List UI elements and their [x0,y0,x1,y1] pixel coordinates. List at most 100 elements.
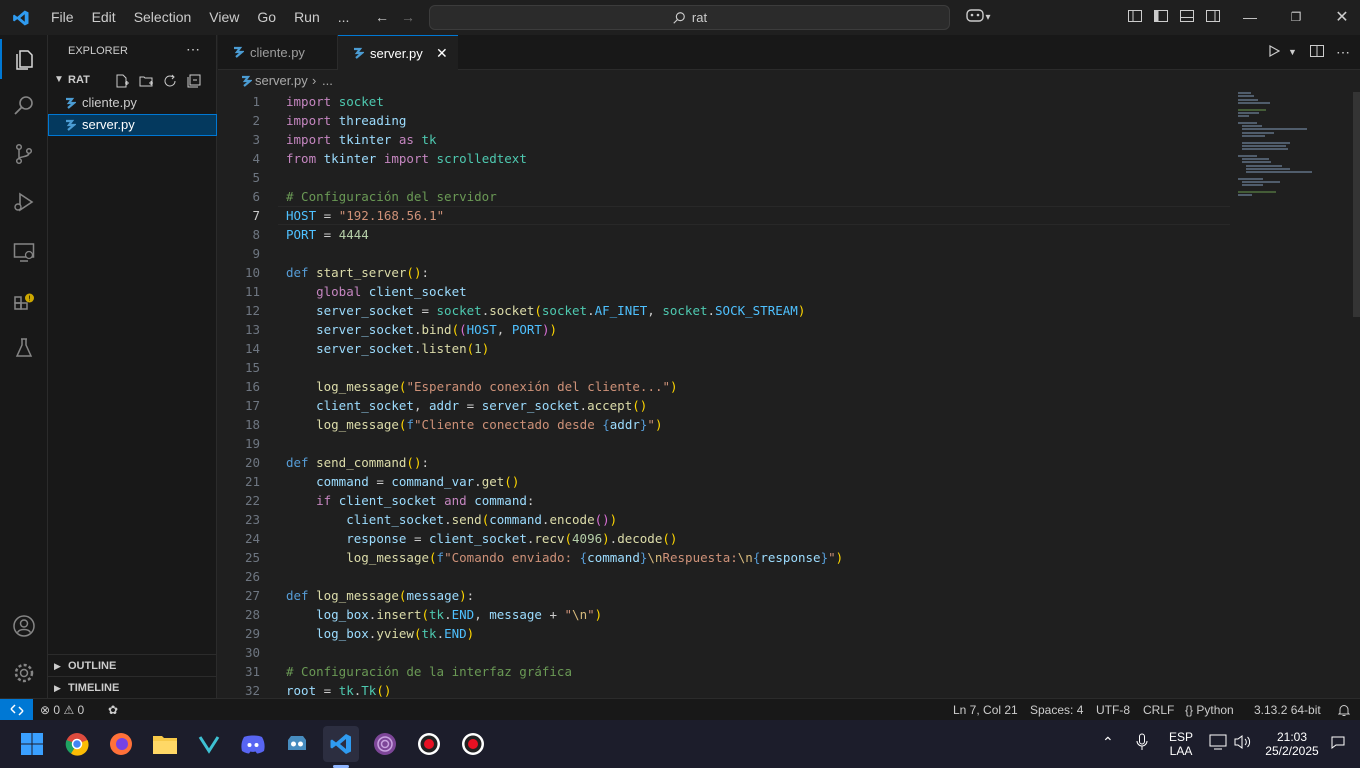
toggle-panel-icon[interactable] [1178,0,1196,35]
menu-file[interactable]: File [42,0,83,35]
chevron-down-icon[interactable]: ▾ [982,0,994,35]
source-control-icon[interactable] [0,131,48,177]
code-line[interactable]: log_box.yview(tk.END) [286,624,474,643]
line-endings[interactable]: CRLF [1143,699,1174,721]
back-arrow-icon[interactable]: ← [372,0,392,35]
display-icon[interactable] [1209,734,1227,753]
tor-browser-icon[interactable] [367,726,403,762]
cursor-position[interactable]: Ln 7, Col 21 [953,699,1018,721]
testing-icon[interactable] [0,325,48,371]
firefox-icon[interactable] [103,726,139,762]
microphone-icon[interactable] [1136,733,1148,754]
forward-arrow-icon[interactable]: → [398,0,418,35]
menu-selection[interactable]: Selection [125,0,201,35]
code-line[interactable]: server_socket = socket.socket(socket.AF_… [286,301,805,320]
menu-run[interactable]: Run [285,0,329,35]
remote-explorer-icon[interactable] [0,229,48,275]
extensions-icon[interactable]: ! [0,277,48,323]
code-line[interactable]: import threading [286,111,406,130]
python-interpreter[interactable]: 3.13.2 64-bit [1254,699,1321,721]
close-window-icon[interactable]: ✕ [1330,0,1354,35]
accounts-icon[interactable] [0,603,48,649]
menu-edit[interactable]: Edit [83,0,125,35]
discord-icon[interactable] [235,726,271,762]
code-line[interactable]: def start_server(): [286,263,429,282]
language-mode[interactable]: {} Python [1185,699,1234,721]
indentation[interactable]: Spaces: 4 [1030,699,1083,721]
ports-icon[interactable]: ✿ [108,699,118,721]
breadcrumb-file[interactable]: server.py [255,70,308,92]
more-actions-icon[interactable]: ⋯ [1336,35,1350,70]
vscode-taskbar-icon[interactable] [323,726,359,762]
godot-icon[interactable] [279,726,315,762]
run-debug-icon[interactable] [0,179,48,225]
tab-cliente[interactable]: cliente.py [218,35,338,70]
menu-go[interactable]: Go [248,0,285,35]
folder-row[interactable]: ▼ RAT [48,69,217,91]
code-line[interactable]: log_message("Esperando conexión del clie… [286,377,677,396]
manage-gear-icon[interactable] [0,650,48,696]
code-line[interactable]: global client_socket [286,282,467,301]
run-file-icon[interactable] [1268,35,1281,70]
code-line[interactable]: client_socket.send(command.encode()) [286,510,617,529]
editor-scrollbar[interactable] [1352,92,1360,698]
close-tab-icon[interactable]: ✕ [436,36,448,71]
code-line[interactable]: root = tk.Tk() [286,681,391,698]
explorer-icon[interactable] [0,37,48,83]
tab-server[interactable]: server.py ✕ [338,35,458,71]
code-line[interactable]: log_box.insert(tk.END, message + "\n") [286,605,602,624]
code-line[interactable]: if client_socket and command: [286,491,534,510]
more-actions-icon[interactable]: ⋯ [186,41,200,58]
code-line[interactable]: # Configuración del servidor [286,187,497,206]
code-line[interactable]: response = client_socket.recv(4096).deco… [286,529,677,548]
notifications-bell-icon[interactable] [1337,699,1351,721]
scrollbar-thumb[interactable] [1353,92,1360,317]
show-hidden-icons-icon[interactable]: ⌃ [1102,734,1114,751]
code-line[interactable]: log_message(f"Comando enviado: {command}… [286,548,843,567]
clock[interactable]: 21:03 25/2/2025 [1264,730,1320,758]
code-line[interactable]: import tkinter as tk [286,130,437,149]
code-line[interactable]: command = command_var.get() [286,472,519,491]
menu-view[interactable]: View [200,0,248,35]
customize-layout-icon[interactable] [1126,0,1144,35]
command-center-search[interactable]: rat [429,5,950,30]
code-line[interactable]: server_socket.bind((HOST, PORT)) [286,320,557,339]
search-icon[interactable] [0,83,48,129]
chevron-down-icon[interactable]: ▼ [1288,35,1297,70]
obs-record-icon[interactable] [411,726,447,762]
code-line[interactable]: log_message(f"Cliente conectado desde {a… [286,415,662,434]
visual-studio-icon[interactable] [191,726,227,762]
problems-status[interactable]: ⊗ 0 ⚠ 0 [40,699,84,721]
code-line[interactable]: import socket [286,92,384,111]
breadcrumb-symbols[interactable]: ... [322,70,333,92]
screen-recorder-icon[interactable] [455,726,491,762]
encoding[interactable]: UTF-8 [1096,699,1130,721]
file-explorer-icon[interactable] [147,726,183,762]
code-line[interactable]: def log_message(message): [286,586,474,605]
menu-more[interactable]: ... [329,0,359,35]
code-line[interactable]: PORT = 4444 [286,225,369,244]
outline-section[interactable]: ▶ OUTLINE [48,654,217,676]
restore-icon[interactable]: ❐ [1284,0,1308,35]
toggle-primary-sidebar-icon[interactable] [1152,0,1170,35]
timeline-section[interactable]: ▶ TIMELINE [48,676,217,698]
chrome-icon[interactable] [59,726,95,762]
toggle-secondary-sidebar-icon[interactable] [1204,0,1222,35]
code-line[interactable]: HOST = "192.168.56.1" [286,206,444,225]
notification-center-icon[interactable] [1330,734,1346,753]
code-line[interactable]: def send_command(): [286,453,429,472]
remote-indicator-icon[interactable] [0,699,33,721]
code-line[interactable]: from tkinter import scrolledtext [286,149,527,168]
split-editor-icon[interactable] [1310,35,1324,70]
file-item-server[interactable]: server.py [48,114,217,136]
input-language[interactable]: ESP LAA [1166,730,1196,758]
code-line[interactable]: # Configuración de la interfaz gráfica [286,662,572,681]
file-item-cliente[interactable]: cliente.py [48,92,217,114]
minimize-icon[interactable]: — [1238,0,1262,35]
code-line[interactable]: server_socket.listen(1) [286,339,489,358]
minimap[interactable] [1238,92,1338,212]
code-editor[interactable]: 1 2 3 4 5 6 7 8 9 10 11 12 13 14 15 16 17 18 19 20 21 22 23 24 2… [218,92,1360,698]
windows-start-icon[interactable] [14,726,50,762]
volume-icon[interactable] [1234,734,1252,753]
code-line[interactable]: client_socket, addr = server_socket.acce… [286,396,647,415]
